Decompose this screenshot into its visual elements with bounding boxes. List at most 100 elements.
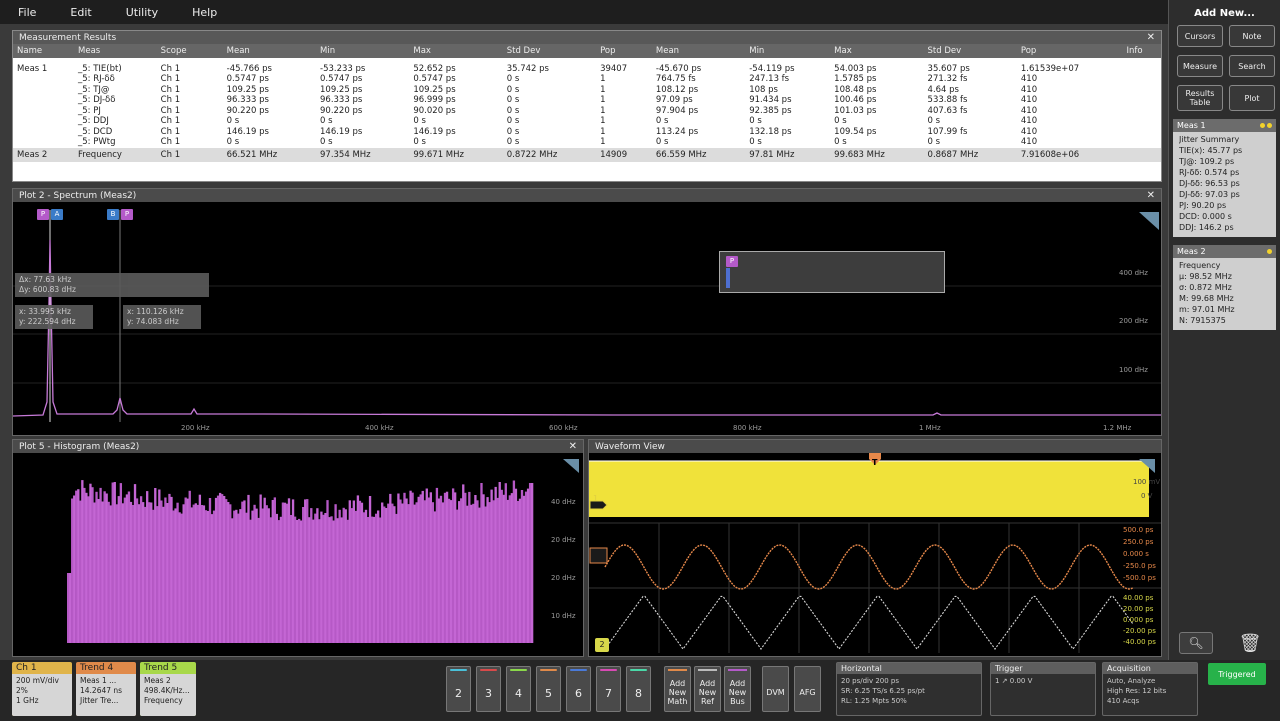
horizontal-badge[interactable]: Horizontal 20 ps/div 200 ps SR: 6.25 TS/… [836, 662, 982, 716]
column-header[interactable]: Min [316, 44, 410, 58]
add-new-bus-button[interactable]: Add New Bus [724, 666, 751, 712]
trigger-status-indicator[interactable]: Triggered [1208, 663, 1266, 685]
note-button[interactable]: Note [1229, 25, 1275, 47]
table-row[interactable]: _5: DDJ Ch 1 0 s 0 s 0 s 0 s 1 0 s 0 s 0 s 0 s 410 [13, 116, 1161, 127]
cursor-tag-b[interactable]: B [107, 209, 119, 220]
table-cell: 0 s [320, 116, 333, 127]
channel-8-button[interactable]: 8 [626, 666, 651, 712]
add-new-math-button[interactable]: Add New Math [664, 666, 691, 712]
table-cell: 90.020 ps [413, 105, 456, 116]
table-cell: 0 s [506, 105, 520, 116]
menu-edit[interactable]: Edit [70, 6, 91, 19]
dvm-button[interactable]: DVM [762, 666, 789, 712]
measure-button[interactable]: Measure [1177, 55, 1223, 77]
table-cell: 1 [600, 95, 606, 106]
table-row[interactable]: _5: RJ-δδ Ch 1 0.5747 ps 0.5747 ps 0.5747 ps… [13, 74, 1161, 85]
histogram-bar [526, 488, 530, 643]
menu-utility[interactable]: Utility [126, 6, 158, 19]
zoom-overview-box[interactable]: P [719, 251, 945, 293]
table-row[interactable]: _5: PJ Ch 1 90.220 ps 90.220 ps 90.020 ps 0 s… [13, 106, 1161, 117]
histogram-bar [170, 496, 173, 643]
channel-5-button[interactable]: 5 [536, 666, 561, 712]
histogram-bar [182, 504, 185, 643]
table-row[interactable]: _5: TJ@ Ch 1 109.25 ps 109.25 ps 109.25 ps 0 … [13, 85, 1161, 96]
channel-2-button[interactable]: 2 [446, 666, 471, 712]
menu-help[interactable]: Help [192, 6, 217, 19]
close-icon[interactable]: ✕ [569, 441, 583, 452]
column-header[interactable]: Scope [156, 44, 223, 58]
column-header[interactable]: Pop [1016, 44, 1123, 58]
histogram-bar [295, 520, 299, 643]
search-button[interactable]: Search [1229, 55, 1275, 77]
cursor-tag-p2[interactable]: P [121, 209, 133, 220]
histogram-bar [123, 497, 127, 643]
zoom-icon[interactable]: 🔍︎ [1179, 632, 1213, 654]
acquisition-badge[interactable]: Acquisition Auto, Analyze High Res: 12 b… [1102, 662, 1198, 716]
column-header[interactable]: Max [409, 44, 503, 58]
histogram-bar [251, 510, 254, 643]
channel-6-button[interactable]: 6 [566, 666, 591, 712]
column-header[interactable]: Meas [74, 44, 157, 58]
trend5-badge[interactable]: Trend 5 Meas 2 498.4K/Hz... Frequency [140, 662, 196, 716]
histogram-bar [423, 500, 426, 643]
column-header[interactable]: Max [830, 44, 924, 58]
waveform-view[interactable]: Waveform View 1 T 2 100 mV 0 V 500.0 ps … [588, 439, 1162, 657]
meas2-badge[interactable]: Meas 2 Frequency μ: 98.52 MHz σ: 0.872 MHz… [1173, 245, 1276, 330]
histogram-bar [204, 510, 208, 643]
column-header[interactable]: Pop [596, 44, 652, 58]
column-header[interactable]: Info [1122, 44, 1161, 58]
ch1-marker-label: 1 [593, 494, 599, 503]
column-header[interactable]: Min [745, 44, 831, 58]
column-header[interactable]: Mean [651, 44, 746, 58]
afg-button[interactable]: AFG [794, 666, 821, 712]
histogram-bar [401, 503, 404, 643]
waveform-trace-area[interactable] [589, 453, 1161, 656]
table-row[interactable]: _5: DCD Ch 1 146.19 ps 146.19 ps 146.19 ps 0 … [13, 127, 1161, 138]
trigger-badge[interactable]: Trigger 1 ↗ 0.00 V [990, 662, 1096, 716]
histogram-bar [360, 502, 364, 643]
table-cell: Ch 1 [160, 84, 181, 95]
spectrum-plot[interactable]: Plot 2 - Spectrum (Meas2) ✕ P A B P Δx: … [12, 188, 1162, 436]
channel-3-button[interactable]: 3 [476, 666, 501, 712]
cursor-tag-p[interactable]: P [37, 209, 49, 220]
column-header[interactable]: Name [13, 44, 74, 58]
table-row[interactable]: Meas 2 Frequency Ch 1 66.521 MHz 97.354 MHz 9… [13, 147, 1161, 162]
column-header[interactable]: Std Dev [923, 44, 1017, 58]
channel-7-button[interactable]: 7 [596, 666, 621, 712]
plot-button[interactable]: Plot [1229, 85, 1275, 111]
table-row[interactable]: Meas 1 _5: TIE(bt) Ch 1 -45.766 ps -53.233 p… [13, 58, 1161, 74]
column-header[interactable]: Std Dev [502, 44, 597, 58]
trend4-badge[interactable]: Trend 4 Meas 1 ... 14.2647 ns Jitter Tre… [76, 662, 136, 716]
meas-name-cell [13, 85, 74, 96]
histogram-bar [293, 516, 297, 643]
channel-4-button[interactable]: 4 [506, 666, 531, 712]
results-table-button[interactable]: Results Table [1177, 85, 1223, 111]
meas1-badge-line: PJ: 90.20 ps [1179, 201, 1227, 210]
trend4-badge-title: Trend 4 [80, 663, 114, 673]
table-cell: 97.09 ps [655, 95, 693, 106]
menu-file[interactable]: File [18, 6, 36, 19]
close-icon[interactable]: ✕ [1147, 190, 1161, 201]
table-row[interactable]: _5: PWtg Ch 1 0 s 0 s 0 s 0 s 1 0 s 0 s 0 s 0 s 410 [13, 137, 1161, 148]
histogram-bar [71, 498, 74, 643]
close-icon[interactable]: ✕ [1147, 32, 1161, 43]
ch1-badge[interactable]: Ch 1 200 mV/div 2% 1 GHz [12, 662, 72, 716]
table-row[interactable]: _5: DJ-δδ Ch 1 96.333 ps 96.333 ps 96.999 ps… [13, 95, 1161, 106]
cursors-button[interactable]: Cursors [1177, 25, 1223, 47]
meas1-badge[interactable]: Meas 1 Jitter Summary TIE(x): 45.77 ps TJ@… [1173, 119, 1276, 237]
zoom-tag: P [726, 256, 738, 267]
histogram-bar [427, 497, 430, 643]
add-new-ref-button[interactable]: Add New Ref [694, 666, 721, 712]
column-header[interactable]: Mean [222, 44, 316, 58]
histogram-bar [381, 502, 384, 643]
histogram-bar [67, 573, 70, 643]
histogram-bars-area[interactable] [13, 453, 583, 656]
table-cell: 97.904 ps [655, 105, 699, 116]
table-cell: 271.32 fs [927, 74, 968, 85]
trash-icon[interactable]: 🗑︎ [1233, 632, 1267, 654]
table-cell: 96.333 ps [320, 95, 363, 106]
histogram-plot[interactable]: Plot 5 - Histogram (Meas2) ✕ 40 dHz 20 d… [12, 439, 584, 657]
histogram-bar [210, 514, 214, 643]
table-cell: 109.25 ps [226, 84, 269, 95]
cursor-tag-a[interactable]: A [51, 209, 63, 220]
